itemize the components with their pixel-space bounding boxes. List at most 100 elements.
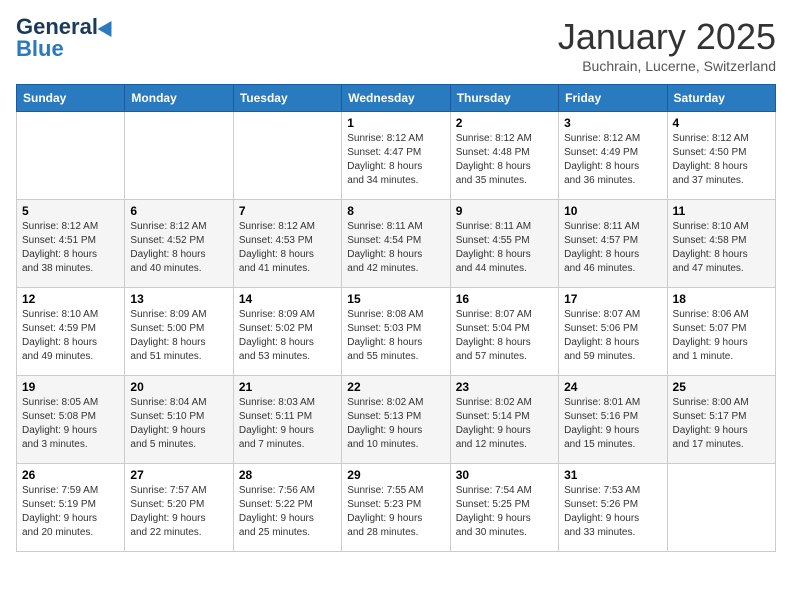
day-number: 21 [239, 380, 336, 394]
day-number: 25 [673, 380, 770, 394]
day-info: Sunrise: 7:59 AM Sunset: 5:19 PM Dayligh… [22, 484, 119, 540]
day-number: 28 [239, 468, 336, 482]
calendar-cell: 30 Sunrise: 7:54 AM Sunset: 5:25 PM Dayli… [450, 464, 558, 552]
day-info: Sunrise: 8:09 AM Sunset: 5:00 PM Dayligh… [130, 308, 227, 364]
calendar-cell: 2 Sunrise: 8:12 AM Sunset: 4:48 PM Daylig… [450, 112, 558, 200]
calendar-table: SundayMondayTuesdayWednesdayThursdayFrid… [16, 84, 776, 552]
day-info: Sunrise: 8:09 AM Sunset: 5:02 PM Dayligh… [239, 308, 336, 364]
day-info: Sunrise: 8:11 AM Sunset: 4:55 PM Dayligh… [456, 220, 553, 276]
day-number: 14 [239, 292, 336, 306]
weekday-header-friday: Friday [559, 85, 667, 112]
logo-blue-text: Blue [16, 36, 64, 61]
calendar-cell: 23Sunrise: 8:02 AM Sunset: 5:14 PM Dayli… [450, 376, 558, 464]
calendar-cell: 17 Sunrise: 8:07 AM Sunset: 5:06 PM Dayli… [559, 288, 667, 376]
page-header: General Blue January 2025 Buchrain, Luce… [16, 16, 776, 74]
day-info: Sunrise: 7:54 AM Sunset: 5:25 PM Dayligh… [456, 484, 553, 540]
day-number: 17 [564, 292, 661, 306]
calendar-cell: 24Sunrise: 8:01 AM Sunset: 5:16 PM Dayli… [559, 376, 667, 464]
day-number: 9 [456, 204, 553, 218]
calendar-cell: 15 Sunrise: 8:08 AM Sunset: 5:03 PM Dayli… [342, 288, 450, 376]
day-number: 6 [130, 204, 227, 218]
day-number: 24 [564, 380, 661, 394]
day-info: Sunrise: 8:12 AM Sunset: 4:49 PM Dayligh… [564, 132, 661, 188]
day-info: Sunrise: 8:08 AM Sunset: 5:03 PM Dayligh… [347, 308, 444, 364]
day-info: Sunrise: 8:12 AM Sunset: 4:51 PM Dayligh… [22, 220, 119, 276]
weekday-header-thursday: Thursday [450, 85, 558, 112]
day-number: 26 [22, 468, 119, 482]
day-number: 11 [673, 204, 770, 218]
day-info: Sunrise: 8:11 AM Sunset: 4:54 PM Dayligh… [347, 220, 444, 276]
day-number: 20 [130, 380, 227, 394]
calendar-cell: 18 Sunrise: 8:06 AM Sunset: 5:07 PM Dayli… [667, 288, 775, 376]
calendar-cell: 28 Sunrise: 7:56 AM Sunset: 5:22 PM Dayli… [233, 464, 341, 552]
day-info: Sunrise: 8:12 AM Sunset: 4:53 PM Dayligh… [239, 220, 336, 276]
day-number: 19 [22, 380, 119, 394]
week-row-5: 26 Sunrise: 7:59 AM Sunset: 5:19 PM Dayli… [17, 464, 776, 552]
day-number: 18 [673, 292, 770, 306]
day-info: Sunrise: 8:05 AM Sunset: 5:08 PM Dayligh… [22, 396, 119, 452]
day-info: Sunrise: 8:12 AM Sunset: 4:52 PM Dayligh… [130, 220, 227, 276]
day-info: Sunrise: 8:11 AM Sunset: 4:57 PM Dayligh… [564, 220, 661, 276]
calendar-cell: 6 Sunrise: 8:12 AM Sunset: 4:52 PM Daylig… [125, 200, 233, 288]
weekday-header-monday: Monday [125, 85, 233, 112]
weekday-header-row: SundayMondayTuesdayWednesdayThursdayFrid… [17, 85, 776, 112]
calendar-cell: 31Sunrise: 7:53 AM Sunset: 5:26 PM Dayli… [559, 464, 667, 552]
day-number: 23 [456, 380, 553, 394]
day-info: Sunrise: 7:53 AM Sunset: 5:26 PM Dayligh… [564, 484, 661, 540]
day-info: Sunrise: 8:12 AM Sunset: 4:48 PM Dayligh… [456, 132, 553, 188]
calendar-cell: 29Sunrise: 7:55 AM Sunset: 5:23 PM Dayli… [342, 464, 450, 552]
calendar-cell: 4 Sunrise: 8:12 AM Sunset: 4:50 PM Daylig… [667, 112, 775, 200]
title-block: January 2025 Buchrain, Lucerne, Switzerl… [558, 16, 776, 74]
logo-triangle-icon [98, 17, 119, 37]
calendar-cell [17, 112, 125, 200]
calendar-cell: 20 Sunrise: 8:04 AM Sunset: 5:10 PM Dayli… [125, 376, 233, 464]
calendar-cell: 21 Sunrise: 8:03 AM Sunset: 5:11 PM Dayli… [233, 376, 341, 464]
location-text: Buchrain, Lucerne, Switzerland [558, 58, 776, 74]
calendar-cell: 27 Sunrise: 7:57 AM Sunset: 5:20 PM Dayli… [125, 464, 233, 552]
day-info: Sunrise: 7:56 AM Sunset: 5:22 PM Dayligh… [239, 484, 336, 540]
calendar-cell: 11Sunrise: 8:10 AM Sunset: 4:58 PM Dayli… [667, 200, 775, 288]
day-number: 10 [564, 204, 661, 218]
day-info: Sunrise: 8:12 AM Sunset: 4:47 PM Dayligh… [347, 132, 444, 188]
calendar-cell: 12 Sunrise: 8:10 AM Sunset: 4:59 PM Dayli… [17, 288, 125, 376]
calendar-cell: 1 Sunrise: 8:12 AM Sunset: 4:47 PM Daylig… [342, 112, 450, 200]
day-number: 29 [347, 468, 444, 482]
day-number: 7 [239, 204, 336, 218]
calendar-cell: 19 Sunrise: 8:05 AM Sunset: 5:08 PM Dayli… [17, 376, 125, 464]
week-row-1: 1 Sunrise: 8:12 AM Sunset: 4:47 PM Daylig… [17, 112, 776, 200]
day-number: 15 [347, 292, 444, 306]
day-info: Sunrise: 8:03 AM Sunset: 5:11 PM Dayligh… [239, 396, 336, 452]
day-info: Sunrise: 8:07 AM Sunset: 5:04 PM Dayligh… [456, 308, 553, 364]
day-info: Sunrise: 8:07 AM Sunset: 5:06 PM Dayligh… [564, 308, 661, 364]
calendar-cell [125, 112, 233, 200]
day-number: 4 [673, 116, 770, 130]
calendar-cell: 3 Sunrise: 8:12 AM Sunset: 4:49 PM Daylig… [559, 112, 667, 200]
day-number: 16 [456, 292, 553, 306]
day-info: Sunrise: 7:57 AM Sunset: 5:20 PM Dayligh… [130, 484, 227, 540]
calendar-cell: 13Sunrise: 8:09 AM Sunset: 5:00 PM Dayli… [125, 288, 233, 376]
day-info: Sunrise: 8:06 AM Sunset: 5:07 PM Dayligh… [673, 308, 770, 364]
day-info: Sunrise: 8:00 AM Sunset: 5:17 PM Dayligh… [673, 396, 770, 452]
day-info: Sunrise: 8:12 AM Sunset: 4:50 PM Dayligh… [673, 132, 770, 188]
day-number: 3 [564, 116, 661, 130]
weekday-header-sunday: Sunday [17, 85, 125, 112]
day-info: Sunrise: 8:04 AM Sunset: 5:10 PM Dayligh… [130, 396, 227, 452]
day-number: 1 [347, 116, 444, 130]
day-info: Sunrise: 8:10 AM Sunset: 4:59 PM Dayligh… [22, 308, 119, 364]
day-number: 5 [22, 204, 119, 218]
weekday-header-tuesday: Tuesday [233, 85, 341, 112]
calendar-cell: 14 Sunrise: 8:09 AM Sunset: 5:02 PM Dayli… [233, 288, 341, 376]
calendar-cell: 10 Sunrise: 8:11 AM Sunset: 4:57 PM Dayli… [559, 200, 667, 288]
calendar-cell: 7 Sunrise: 8:12 AM Sunset: 4:53 PM Daylig… [233, 200, 341, 288]
day-number: 12 [22, 292, 119, 306]
week-row-4: 19 Sunrise: 8:05 AM Sunset: 5:08 PM Dayli… [17, 376, 776, 464]
week-row-3: 12 Sunrise: 8:10 AM Sunset: 4:59 PM Dayli… [17, 288, 776, 376]
calendar-cell: 22Sunrise: 8:02 AM Sunset: 5:13 PM Dayli… [342, 376, 450, 464]
calendar-cell: 9 Sunrise: 8:11 AM Sunset: 4:55 PM Daylig… [450, 200, 558, 288]
day-number: 30 [456, 468, 553, 482]
day-number: 2 [456, 116, 553, 130]
logo: General Blue [16, 16, 116, 60]
calendar-cell: 5 Sunrise: 8:12 AM Sunset: 4:51 PM Daylig… [17, 200, 125, 288]
day-number: 27 [130, 468, 227, 482]
day-number: 22 [347, 380, 444, 394]
